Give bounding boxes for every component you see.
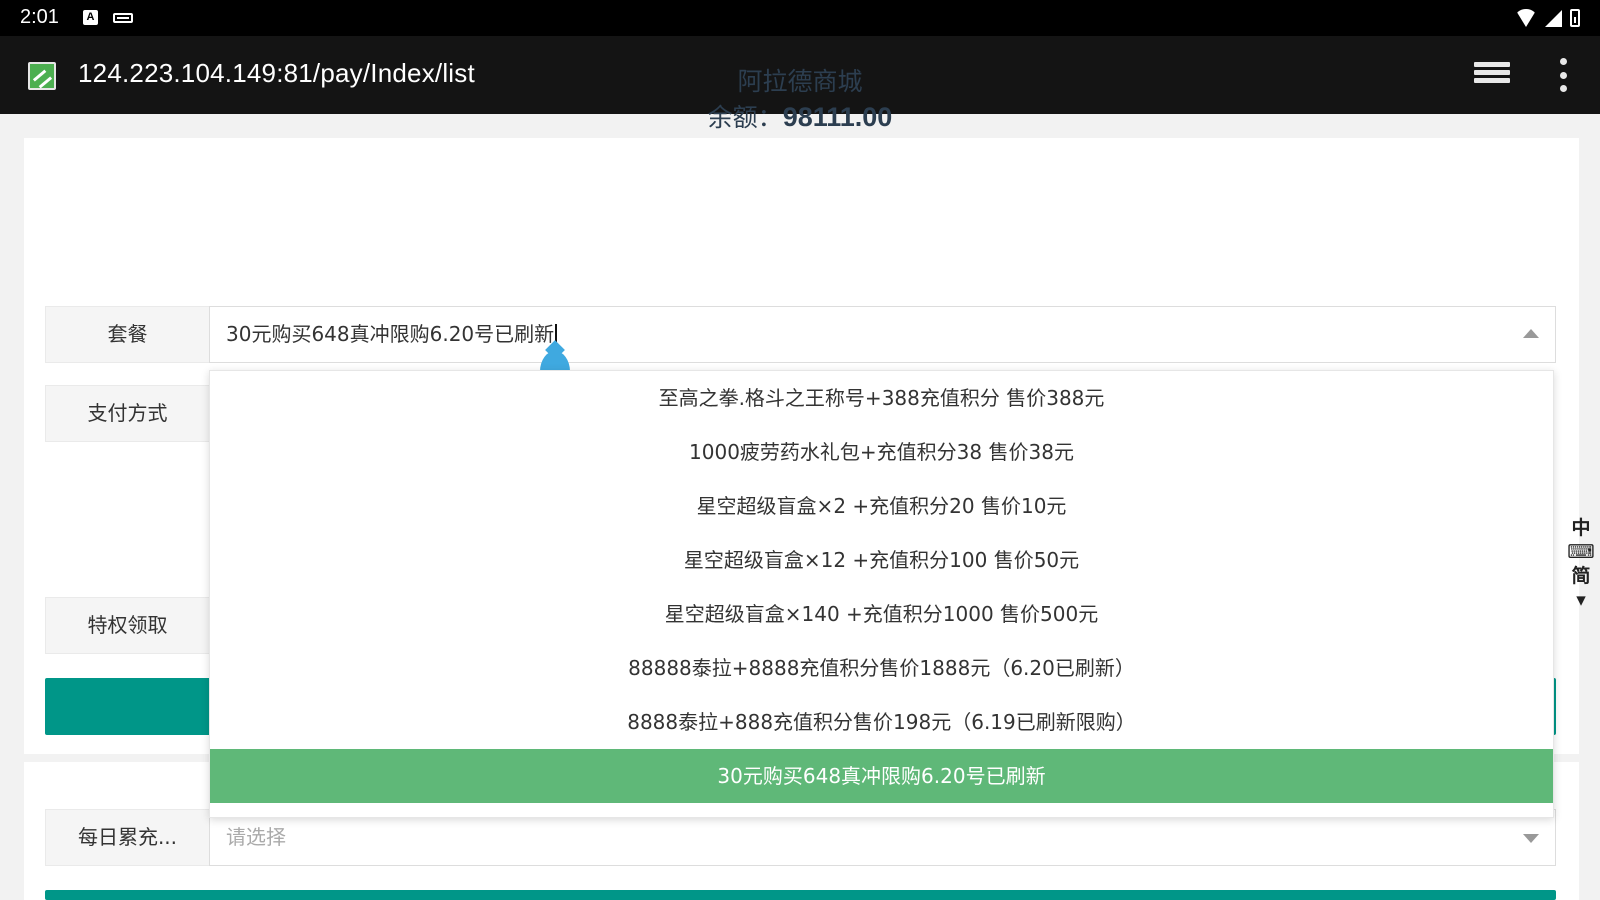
- signal-icon: [1545, 9, 1562, 27]
- a-notification-icon: A: [83, 10, 98, 25]
- ime-skin-icon[interactable]: ▾: [1566, 588, 1596, 612]
- dropdown-option[interactable]: 星空超级盲盒×140 +充值积分1000 售价500元: [210, 587, 1553, 641]
- balance-label: 余额：: [707, 103, 783, 132]
- page-title: 阿拉德商城: [737, 67, 863, 96]
- ime-chinese-toggle[interactable]: 中: [1566, 516, 1596, 540]
- ime-keyboard-icon[interactable]: ⌨: [1566, 540, 1596, 564]
- dropdown-option[interactable]: 星空超级盲盒×12 +充值积分100 售价50元: [210, 533, 1553, 587]
- dropdown-option[interactable]: 星空超级盲盒×2 +充值积分20 售价10元: [210, 479, 1553, 533]
- balance-display: 余额：98111.00: [0, 98, 1600, 134]
- privilege-label: 特权领取: [45, 597, 210, 654]
- status-icons: [1515, 6, 1580, 30]
- status-time: 2:01: [20, 6, 59, 28]
- status-bar: 2:01 A: [0, 0, 1600, 36]
- dropdown-option[interactable]: 8888泰拉+888充值积分售价198元（6.19已刷新限购）: [210, 695, 1553, 749]
- payment-method-label: 支付方式: [45, 385, 210, 442]
- chevron-down-icon: [1523, 834, 1539, 843]
- package-dropdown: 至高之拳.格斗之王称号+388充值积分 售价388元 1000疲劳药水礼包+充值…: [209, 370, 1554, 818]
- package-label: 套餐: [45, 306, 210, 363]
- balance-value: 98111.00: [782, 102, 893, 132]
- ime-floating-toolbar[interactable]: 中 ⌨ 简 ▾: [1566, 516, 1596, 616]
- battery-icon: [1570, 9, 1580, 27]
- dropdown-option[interactable]: 至高之拳.格斗之王称号+388充值积分 售价388元: [210, 371, 1553, 425]
- dropdown-option[interactable]: 1000疲劳药水礼包+充值积分38 售价38元: [210, 425, 1553, 479]
- caret-up-icon: [1523, 329, 1539, 338]
- package-select[interactable]: 30元购买648真冲限购6.20号已刷新: [209, 306, 1556, 363]
- daily-recharge-label: 每日累充...: [45, 809, 210, 866]
- dropdown-option-selected[interactable]: 30元购买648真冲限购6.20号已刷新: [210, 749, 1553, 803]
- ime-simplified-toggle[interactable]: 简: [1566, 564, 1596, 588]
- package-select-value: 30元购买648真冲限购6.20号已刷新: [226, 322, 555, 346]
- daily-recharge-placeholder: 请选择: [226, 825, 286, 849]
- dropdown-option[interactable]: 88888泰拉+8888充值积分售价1888元（6.20已刷新）: [210, 641, 1553, 695]
- keyboard-icon: [113, 13, 133, 23]
- wifi-icon: [1515, 9, 1537, 27]
- daily-submit-button[interactable]: [45, 890, 1556, 900]
